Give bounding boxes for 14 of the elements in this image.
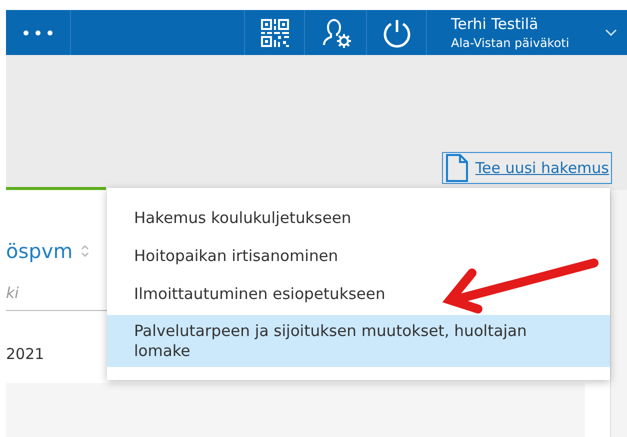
document-icon — [445, 154, 470, 182]
unit-name: Ala-Vistan päiväkoti — [451, 34, 570, 52]
power-icon — [382, 18, 412, 48]
new-application-link[interactable]: Tee uusi hakemus — [443, 153, 611, 183]
column-header[interactable]: öspvm — [6, 239, 73, 263]
chevron-down-icon — [605, 29, 617, 36]
qr-code-icon — [260, 18, 290, 48]
menu-item[interactable]: Palvelutarpeen ja sijoituksen muutokset, huoltajan lomake — [107, 315, 610, 367]
table-cell: 2021 — [6, 345, 44, 363]
menu-item[interactable]: Hakemus koulukuljetukseen — [107, 199, 610, 237]
more-icon — [23, 30, 53, 36]
sort-icon — [80, 244, 89, 258]
user-name: Terhi Testilä — [451, 14, 540, 34]
menu-item[interactable]: Hoitopaikan irtisanominen — [107, 237, 610, 275]
